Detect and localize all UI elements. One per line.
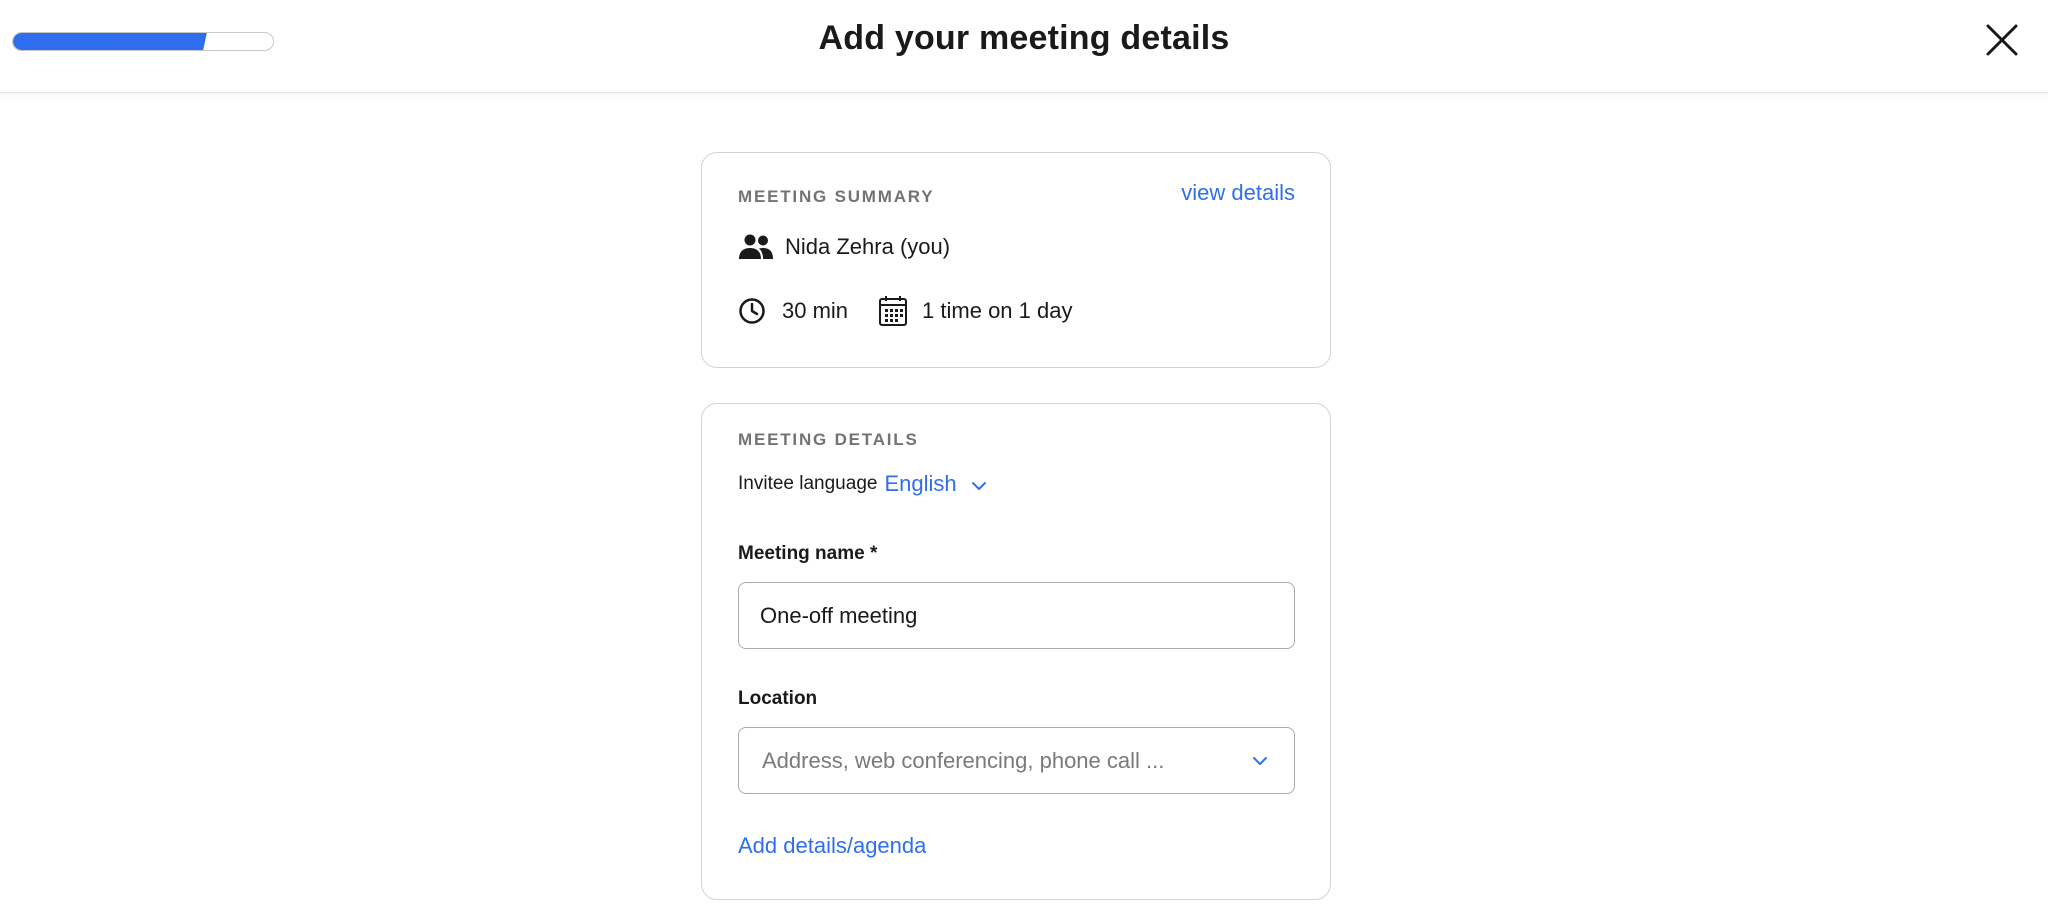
location-label: Location xyxy=(738,688,818,709)
meeting-name-value: One-off meeting xyxy=(760,602,918,628)
location-placeholder: Address, web conferencing, phone call ..… xyxy=(762,747,1165,773)
view-details-link[interactable]: view details xyxy=(1181,180,1295,206)
meeting-summary-label: MEETING SUMMARY xyxy=(738,187,935,206)
meeting-name-label: Meeting name * xyxy=(738,543,878,564)
location-select[interactable]: Address, web conferencing, phone call ..… xyxy=(738,727,1295,794)
close-icon xyxy=(1986,24,2018,56)
page-title: Add your meeting details xyxy=(818,19,1230,57)
people-icon xyxy=(738,233,774,261)
host-name: Nida Zehra (you) xyxy=(785,234,951,259)
chevron-down-icon xyxy=(1253,757,1267,765)
invitee-language-dropdown[interactable]: English xyxy=(884,471,986,497)
invitee-language-label: Invitee language xyxy=(738,473,878,494)
clock-icon xyxy=(738,297,766,325)
close-button[interactable] xyxy=(1984,22,2020,58)
schedule-row: 30 min 1 time on 1 day xyxy=(738,295,1072,327)
calendar-icon xyxy=(878,295,908,327)
frequency-text: 1 time on 1 day xyxy=(922,298,1073,323)
meeting-details-card: MEETING DETAILS Invitee language English… xyxy=(701,403,1331,900)
header-bar: Add your meeting details xyxy=(0,0,2048,93)
invitee-language-row: Invitee language English xyxy=(738,471,987,497)
host-row: Nida Zehra (you) xyxy=(738,233,950,261)
add-details-agenda-link[interactable]: Add details/agenda xyxy=(738,833,926,859)
duration-text: 30 min xyxy=(782,298,849,323)
meeting-details-label: MEETING DETAILS xyxy=(738,430,919,449)
invitee-language-value: English xyxy=(884,471,957,496)
chevron-down-icon xyxy=(971,482,986,490)
meeting-name-input[interactable]: One-off meeting xyxy=(738,582,1295,649)
meeting-summary-card: MEETING SUMMARY view details Nida Zehra … xyxy=(701,152,1331,368)
